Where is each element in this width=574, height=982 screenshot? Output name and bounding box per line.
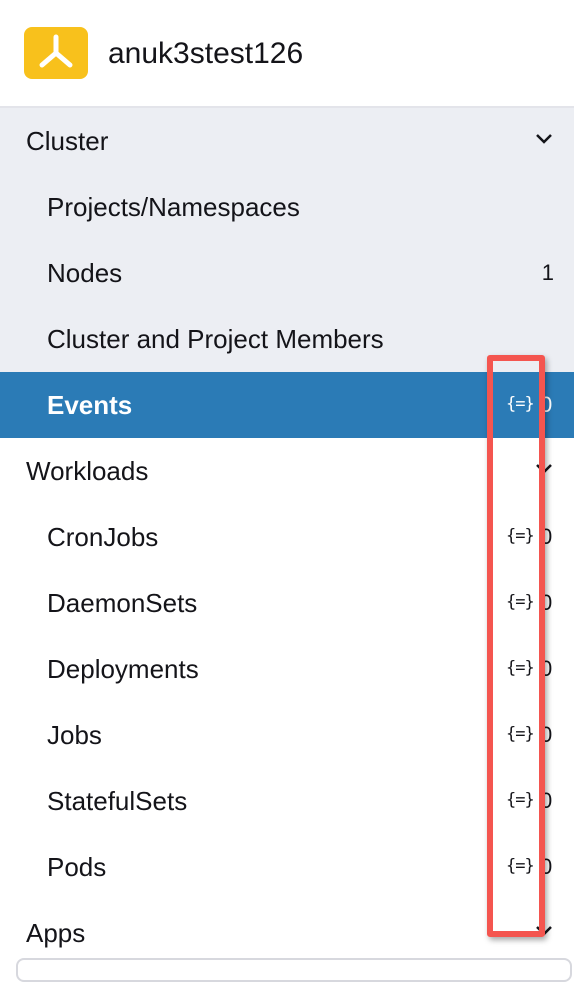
nav-item-nodes[interactable]: Nodes 1 — [0, 240, 574, 306]
annotation-highlight-box — [487, 355, 545, 937]
nav-group-label: Apps — [26, 918, 86, 948]
bottom-search-input[interactable] — [16, 958, 572, 982]
nav-item-label: DaemonSets — [47, 588, 198, 618]
nav-item-count: 1 — [541, 260, 554, 285]
nav-group-cluster[interactable]: Cluster — [0, 108, 574, 174]
nav-item-projects-namespaces[interactable]: Projects/Namespaces — [0, 174, 574, 240]
nav-item-label: Projects/Namespaces — [47, 192, 300, 222]
nav-item-label: CronJobs — [47, 522, 159, 552]
cluster-header: anuk3stest126 — [0, 0, 574, 108]
nav-item-label: Cluster and Project Members — [47, 324, 384, 354]
nav-item-label: Nodes — [47, 258, 123, 288]
k3s-logo-icon[interactable] — [24, 27, 88, 79]
nav-item-label: Pods — [47, 852, 107, 882]
cluster-name[interactable]: anuk3stest126 — [108, 36, 303, 72]
nav-group-label: Cluster — [26, 126, 109, 156]
nav-item-label: StatefulSets — [47, 786, 188, 816]
nav-item-label: Jobs — [47, 720, 102, 750]
nav-item-label: Events — [47, 390, 133, 420]
nav-item-label: Deployments — [47, 654, 199, 684]
chevron-down-icon[interactable] — [534, 132, 554, 146]
nav-group-label: Workloads — [26, 456, 149, 486]
